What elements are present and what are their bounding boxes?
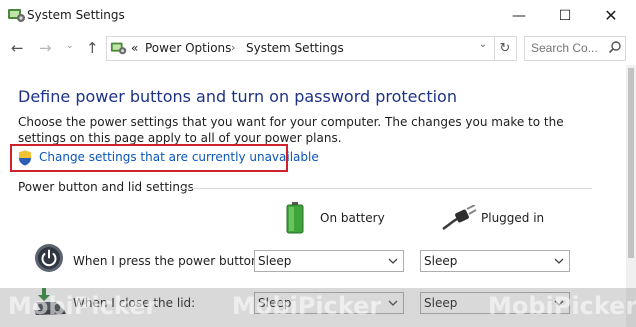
watermark-text: MobiPicker bbox=[232, 292, 382, 320]
uac-shield-icon bbox=[19, 150, 31, 166]
power-button-plugged-select[interactable]: Sleep bbox=[420, 250, 570, 272]
forward-button[interactable]: → bbox=[39, 39, 52, 57]
maximize-button[interactable]: ☐ bbox=[542, 0, 588, 31]
breadcrumb-system-settings[interactable]: System Settings bbox=[246, 41, 344, 55]
minimize-button[interactable]: — bbox=[496, 0, 542, 31]
breadcrumb-separator[interactable]: › bbox=[231, 41, 235, 54]
breadcrumb-overflow[interactable]: « bbox=[131, 41, 138, 55]
power-button-battery-select[interactable]: Sleep bbox=[254, 250, 404, 272]
power-button-icon bbox=[35, 244, 63, 272]
change-unavailable-settings-link[interactable]: Change settings that are currently unava… bbox=[39, 150, 319, 164]
watermark-text: MobiPicker bbox=[8, 292, 158, 320]
window-title: System Settings bbox=[27, 8, 125, 22]
scrollbar-thumb[interactable] bbox=[628, 68, 634, 258]
column-on-battery: On battery bbox=[320, 211, 385, 225]
select-value: Sleep bbox=[258, 254, 292, 268]
control-panel-icon bbox=[110, 42, 127, 55]
back-button[interactable]: ← bbox=[11, 39, 24, 57]
column-plugged-in: Plugged in bbox=[481, 211, 545, 225]
address-dropdown-button[interactable]: ⌄ bbox=[476, 39, 490, 50]
close-button[interactable]: ✕ bbox=[588, 0, 634, 31]
refresh-button[interactable]: ↻ bbox=[494, 36, 517, 61]
navigation-bar: ← → ⌄ ↑ « Power Options › System Setting… bbox=[0, 31, 636, 65]
power-plug-icon bbox=[442, 205, 477, 231]
search-icon[interactable] bbox=[608, 40, 622, 54]
chevron-down-icon bbox=[554, 258, 564, 264]
page-description: Choose the power settings that you want … bbox=[18, 115, 564, 145]
breadcrumb-power-options[interactable]: Power Options bbox=[145, 41, 231, 55]
title-bar: System Settings — ☐ ✕ bbox=[0, 0, 636, 32]
search-input[interactable] bbox=[525, 37, 609, 58]
battery-icon bbox=[286, 202, 304, 234]
recent-locations-button[interactable]: ⌄ bbox=[66, 41, 74, 51]
watermark-text: MobiPicker bbox=[488, 292, 636, 320]
section-title: Power button and lid settings bbox=[18, 180, 194, 194]
address-box[interactable]: « Power Options › System Settings bbox=[106, 36, 495, 61]
section-divider bbox=[180, 188, 592, 189]
search-box bbox=[524, 36, 626, 61]
select-value: Sleep bbox=[424, 254, 458, 268]
control-panel-icon bbox=[8, 9, 25, 22]
page-title: Define power buttons and turn on passwor… bbox=[18, 87, 457, 106]
chevron-down-icon bbox=[388, 258, 398, 264]
up-button[interactable]: ↑ bbox=[86, 39, 99, 57]
row-label-power-button: When I press the power button: bbox=[73, 254, 263, 268]
